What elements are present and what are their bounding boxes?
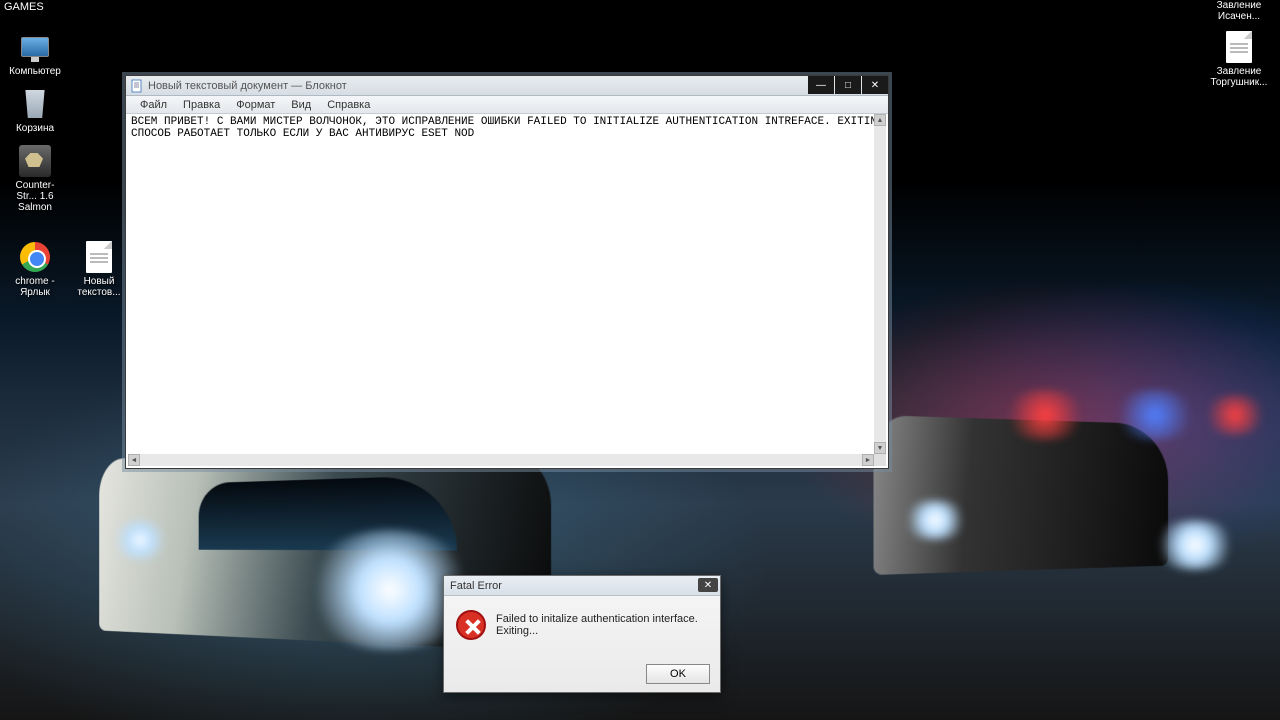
desktop-icon-label: Корзина: [16, 123, 54, 134]
desktop-icon-label: Завление Исачен...: [1210, 0, 1268, 22]
close-button[interactable]: ✕: [698, 578, 718, 592]
background-car-right: [874, 415, 1169, 575]
headlight: [1150, 520, 1240, 570]
desktop-icon-document-2[interactable]: Завление Торгушник...: [1210, 30, 1268, 88]
computer-icon: [16, 30, 54, 64]
error-dialog[interactable]: Fatal Error ✕ Failed to initalize authen…: [443, 575, 721, 693]
chrome-icon: [16, 240, 54, 274]
desktop-icon-counter-strike[interactable]: Counter-Str... 1.6 Salmon: [6, 144, 64, 213]
notepad-titlebar[interactable]: Новый текстовый документ — Блокнот — □ ✕: [126, 76, 888, 96]
menu-view[interactable]: Вид: [283, 98, 319, 112]
error-titlebar[interactable]: Fatal Error ✕: [444, 576, 720, 596]
maximize-button[interactable]: □: [835, 76, 861, 94]
desktop-icon-document-1[interactable]: Завление Исачен...: [1210, 0, 1268, 22]
scroll-left-icon[interactable]: ◄: [128, 454, 140, 466]
menu-file[interactable]: Файл: [132, 98, 175, 112]
desktop-icon-recycle-bin[interactable]: Корзина: [6, 87, 64, 134]
desktop-icon-chrome[interactable]: chrome - Ярлык: [6, 240, 64, 298]
notepad-text-area[interactable]: ВСЕМ ПРИВЕТ! С ВАМИ МИСТЕР ВОЛЧОНОК, ЭТО…: [128, 114, 874, 454]
recycle-bin-icon: [16, 87, 54, 121]
games-menu-label[interactable]: GAMES: [4, 1, 44, 13]
error-icon: [456, 610, 486, 640]
notepad-title: Новый текстовый документ — Блокнот: [148, 80, 347, 92]
horizontal-scrollbar[interactable]: ◄ ►: [128, 454, 874, 466]
minimize-button[interactable]: —: [808, 76, 834, 94]
headlight: [900, 500, 970, 540]
notepad-window[interactable]: Новый текстовый документ — Блокнот — □ ✕…: [125, 75, 889, 469]
scroll-down-icon[interactable]: ▼: [874, 442, 886, 454]
siren-red: [1000, 390, 1090, 440]
desktop-icon-label: Counter-Str... 1.6 Salmon: [6, 180, 64, 213]
notepad-menubar: Файл Правка Формат Вид Справка: [126, 96, 888, 114]
text-file-icon: [1220, 30, 1258, 64]
desktop-icon-label: Компьютер: [9, 66, 61, 77]
desktop-icon-label: Завление Торгушник...: [1210, 66, 1268, 88]
menu-help[interactable]: Справка: [319, 98, 378, 112]
desktop-icon-label: Новый текстов...: [70, 276, 128, 298]
vertical-scrollbar[interactable]: ▲ ▼: [874, 114, 886, 454]
desktop-icon-new-text-document[interactable]: Новый текстов...: [70, 240, 128, 298]
desktop-icon-computer[interactable]: Компьютер: [6, 30, 64, 77]
game-icon: [16, 144, 54, 178]
ok-button[interactable]: OK: [646, 664, 710, 684]
desktop-icon-label: chrome - Ярлык: [6, 276, 64, 298]
close-button[interactable]: ✕: [862, 76, 888, 94]
notepad-content: ВСЕМ ПРИВЕТ! С ВАМИ МИСТЕР ВОЛЧОНОК, ЭТО…: [128, 114, 874, 142]
scrollbar-corner: [874, 454, 886, 466]
headlight: [110, 520, 170, 560]
menu-format[interactable]: Формат: [228, 98, 283, 112]
scroll-up-icon[interactable]: ▲: [874, 114, 886, 126]
menu-edit[interactable]: Правка: [175, 98, 228, 112]
text-file-icon: [80, 240, 118, 274]
error-message: Failed to initalize authentication inter…: [496, 613, 708, 637]
error-title: Fatal Error: [450, 580, 502, 592]
siren-red: [1200, 395, 1270, 435]
siren-blue: [1110, 390, 1200, 440]
notepad-icon: [130, 79, 144, 93]
scroll-right-icon[interactable]: ►: [862, 454, 874, 466]
